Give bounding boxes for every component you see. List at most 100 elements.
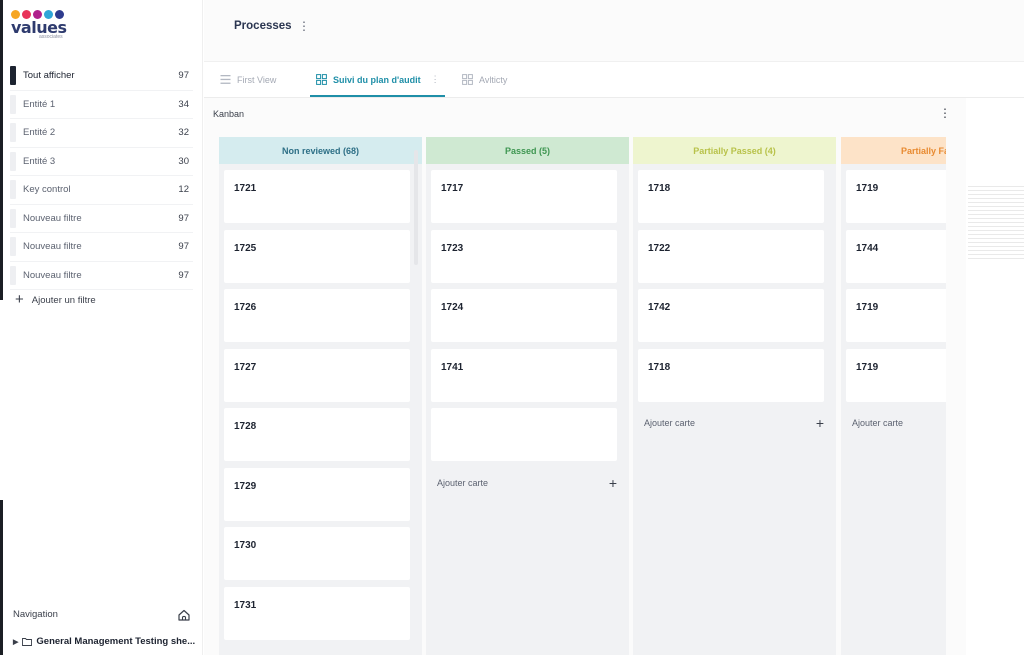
card-id: 1721 [234, 183, 257, 194]
kanban-card[interactable]: 1719 [846, 348, 946, 402]
kanban-kebab-icon[interactable]: ⋮ [939, 106, 951, 120]
values-logo[interactable]: values associates [11, 10, 81, 46]
card-id: 1729 [234, 480, 257, 492]
add-card-button[interactable]: Ajouter carte [852, 418, 946, 428]
right-panel [966, 98, 1024, 655]
tab-suivi-plan-audit[interactable]: Suivi du plan d'audit ⋮ [316, 74, 440, 85]
kanban-column: Passed (5) 1717 1723 1724 1741 Ajouter carte + [426, 137, 629, 655]
card-id: 1726 [234, 302, 257, 313]
kanban-card[interactable]: 1723 [431, 229, 617, 283]
plus-icon: + [815, 415, 824, 431]
filter-label: Nouveau filtre [23, 269, 82, 281]
card-id: 1727 [234, 361, 257, 373]
filter-label: Entité 1 [23, 98, 56, 110]
filter-count: 97 [178, 212, 189, 224]
kanban-card[interactable]: 1719 [846, 170, 946, 223]
card-id: 1719 [856, 183, 879, 194]
home-icon[interactable] [177, 608, 191, 622]
tab-label: Suivi du plan d'audit [333, 74, 421, 85]
kanban-card[interactable]: 1728 [224, 408, 410, 461]
filter-label: Key control [23, 184, 71, 196]
kanban-card[interactable]: 1744 [846, 229, 946, 283]
kanban-card[interactable]: 1725 [224, 229, 410, 283]
filter-label: Nouveau filtre [23, 241, 82, 253]
nav-tree-item[interactable]: ▶ General Management Testing she... [13, 636, 195, 647]
filter-color-bar [10, 66, 16, 86]
filter-item[interactable]: Entité 2 32 [10, 119, 193, 148]
filter-item[interactable]: Nouveau filtre 97 [10, 233, 193, 262]
filter-color-bar [10, 265, 16, 285]
caret-right-icon[interactable]: ▶ [13, 638, 18, 646]
tab-kebab-icon[interactable]: ⋮ [431, 74, 440, 85]
card-id: 1719 [856, 302, 879, 313]
kanban-card[interactable]: 1729 [224, 467, 410, 521]
card-id: 1719 [856, 361, 879, 373]
kanban-card[interactable]: 1730 [224, 527, 410, 580]
folder-icon [22, 638, 33, 646]
column-header[interactable]: Partially Passed (4) [633, 137, 836, 164]
filter-color-bar [10, 151, 16, 171]
kanban-card[interactable]: 1724 [431, 289, 617, 342]
card-id: 1725 [234, 242, 257, 254]
filter-count: 97 [178, 269, 189, 281]
card-id: 1742 [648, 302, 671, 313]
sidebar: values associates Tout afficher 97 Entité … [3, 0, 203, 655]
card-id: 1717 [441, 183, 464, 194]
column-header[interactable]: Non reviewed (68) [219, 137, 422, 164]
kanban-card[interactable]: 1718 [638, 170, 824, 223]
filter-item[interactable]: Tout afficher 97 [10, 62, 193, 91]
kanban-board: Non reviewed (68) 1721 1725 1726 1727 1728 172… [219, 137, 946, 655]
kanban-title: Kanban [213, 109, 245, 119]
filter-count: 34 [178, 98, 189, 110]
card-id: 1730 [234, 540, 257, 551]
column-header[interactable]: Passed (5) [426, 137, 629, 164]
tab-avlticty[interactable]: Avlticty [462, 74, 507, 85]
add-card-button[interactable]: Ajouter carte + [437, 474, 617, 491]
add-filter-button[interactable]: + Ajouter un filtre [15, 292, 96, 307]
kanban-card[interactable]: 1742 [638, 289, 824, 342]
page-title: Processes [234, 20, 292, 32]
filter-count: 97 [178, 241, 189, 253]
filter-item[interactable]: Key control 12 [10, 176, 193, 205]
card-id: 1723 [441, 242, 464, 254]
column-scrollbar[interactable] [414, 150, 418, 265]
kanban-card[interactable]: 1726 [224, 289, 410, 342]
kanban-card[interactable]: 1718 [638, 348, 824, 402]
card-id: 1744 [856, 242, 879, 254]
nav-tree-item-label: General Management Testing she... [36, 636, 196, 647]
title-kebab-icon[interactable]: ⋮ [298, 19, 310, 33]
filter-item[interactable]: Entité 1 34 [10, 91, 193, 119]
add-card-button[interactable]: Ajouter carte + [644, 415, 824, 431]
navigation-title: Navigation [13, 609, 58, 620]
card-id: 1741 [441, 361, 464, 373]
kanban-column: Non reviewed (68) 1721 1725 1726 1727 1728 172… [219, 137, 422, 655]
add-card-label: Ajouter carte [852, 418, 904, 428]
add-filter-label: Ajouter un filtre [31, 294, 96, 306]
filter-color-bar [10, 123, 16, 143]
kanban-card[interactable]: 1719 [846, 289, 946, 342]
filter-item[interactable]: Entité 3 30 [10, 148, 193, 176]
column-header[interactable]: Partially Fa [841, 137, 946, 164]
kanban-card[interactable]: 1731 [224, 586, 410, 640]
kanban-card[interactable]: 1727 [224, 348, 410, 402]
list-icon [220, 75, 231, 84]
kanban-card[interactable] [431, 408, 617, 461]
kanban-card[interactable]: 1717 [431, 170, 617, 223]
filter-label: Entité 2 [23, 127, 56, 139]
filter-count: 12 [178, 184, 189, 196]
filter-item[interactable]: Nouveau filtre 97 [10, 262, 193, 290]
filter-color-bar [10, 237, 16, 257]
kanban-card[interactable]: 1721 [224, 170, 410, 223]
filter-label: Tout afficher [23, 70, 75, 82]
filter-label: Entité 3 [23, 155, 56, 167]
logo-subtitle: associates [39, 34, 63, 40]
kanban-card[interactable]: 1722 [638, 229, 824, 283]
tab-first-view[interactable]: First View [220, 74, 276, 85]
filter-item[interactable]: Nouveau filtre 97 [10, 205, 193, 233]
filter-color-bar [10, 180, 16, 200]
card-id: 1718 [648, 361, 671, 373]
tab-label: Avlticty [479, 74, 508, 85]
plus-icon: + [608, 474, 617, 491]
kanban-card[interactable]: 1741 [431, 348, 617, 402]
active-tab-indicator [310, 95, 445, 97]
